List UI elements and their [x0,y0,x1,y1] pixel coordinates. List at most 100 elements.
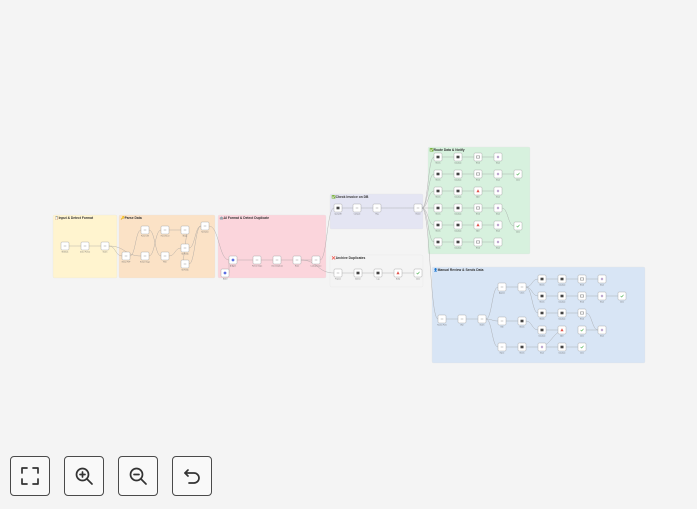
node-label: Slack [496,197,500,199]
workflow-node-r18[interactable]: Database [453,220,463,233]
workflow-node-m27[interactable]: Database [557,342,567,355]
workflow-node-n4[interactable]: Extract PDF [122,251,131,264]
node-label: Merge [183,236,188,238]
node-label: Slack [496,231,500,233]
workflow-node-n23[interactable]: Prepare [333,268,343,281]
node-label: Lookup Invoice [311,266,322,268]
zoom-out-button[interactable] [118,456,158,496]
sheet-icon [520,345,524,349]
sheet-icon [436,189,440,193]
node-label: Webhook [62,252,69,254]
database-icon [540,328,544,332]
workflow-node-n7[interactable]: Parse Excel [161,225,170,238]
workflow-node-n14[interactable]: AI Agent [228,255,238,268]
sheet-icon [436,240,440,244]
workflow-node-n12[interactable]: Normalize [200,221,210,234]
database-icon [456,189,460,193]
node-label: Email [476,180,481,182]
sheet-icon [520,319,524,323]
database-icon [456,240,460,244]
sheet-icon [436,223,440,227]
workflow-node-n13[interactable]: Model [220,268,230,281]
workflow-node-m1[interactable]: Review Form [437,314,447,327]
workflow-node-m23[interactable]: Database [537,325,547,338]
sticky-note-ai[interactable]: 🤖AI Format & Detect Duplicate [217,214,327,279]
database-icon [456,172,460,176]
database-icon [456,155,460,159]
sticky-title: 🤖AI Format & Detect Duplicate [220,216,270,220]
node-label: Slack [496,180,500,182]
database-icon [560,294,564,298]
workflow-node-m18[interactable]: Database [557,308,567,321]
workflow-node-n10[interactable]: Set Fields [180,243,190,256]
node-label: Email [580,319,585,321]
node-label: Compare [354,214,361,216]
fit-view-button[interactable] [10,456,50,496]
sticky-title: 📋Input & Detect Format [55,216,94,220]
workflow-node-r22[interactable]: Database [453,237,463,250]
zoom-in-icon [75,467,93,485]
node-label: Done [580,336,584,338]
reset-zoom-button[interactable] [172,456,212,496]
workflow-node-r6[interactable]: Database [453,169,463,182]
workflow-node-n6[interactable]: Parse CSV [140,225,150,238]
sticky-title: ❌Archive Duplicates [332,256,366,260]
ai-icon [231,258,235,262]
node-label: Done [620,302,624,304]
node-label: Model [223,279,228,281]
workflow-node-n20[interactable]: Compare [352,203,362,216]
sheet-icon [436,172,440,176]
undo-icon [184,469,200,484]
node-label: Email [580,302,585,304]
node-label: Query DB [335,214,342,216]
workflow-node-m9[interactable]: Database [557,274,567,287]
sticky-title: ✅Route Data & Notify [430,148,465,152]
node-label: Done [516,180,520,182]
node-label: Email [580,285,585,287]
node-label: Email [476,248,481,250]
node-label: Parse CSV [141,236,150,238]
workflow-node-n16[interactable]: Check Duplicate [271,255,283,268]
sheet-icon [540,294,544,298]
database-icon [356,271,360,275]
node-label: Done [580,353,584,355]
database-icon [560,311,564,315]
node-label: Done [516,232,520,234]
node-label: Parse Excel [161,236,170,238]
workflow-node-n18[interactable]: Lookup Invoice [311,255,322,268]
zoom-in-button[interactable] [64,456,104,496]
workflow-node-n19[interactable]: Query DB [333,203,343,216]
database-icon [456,206,460,210]
workflow-node-m13[interactable]: Database [557,291,567,304]
sticky-title: ✅Check Invoice on DB [332,195,370,199]
node-label: Email [476,214,481,216]
node-label: Check [520,293,525,295]
workflow-node-n5[interactable]: Extract Image [140,251,150,264]
node-label: Normalize [201,232,208,234]
workflow-node-n15[interactable]: Format Output [252,255,263,268]
database-icon [456,223,460,227]
workflow-canvas[interactable]: 📋Input & Detect Format 🔑Parse Data 🤖AI For… [0,0,697,509]
workflow-node-n2[interactable]: Detect Format [80,241,91,254]
workflow-node-n11[interactable]: Set Fields [180,259,190,272]
sticky-note-parse[interactable]: 🔑Parse Data [118,214,216,279]
workflow-node-r2[interactable]: Database [453,152,463,165]
sheet-icon [436,206,440,210]
node-label: Slack [600,285,604,287]
workflow-node-r14[interactable]: Database [453,203,463,216]
node-label: Review Form [437,325,447,327]
node-label: Email [476,163,481,165]
node-label: Slack [600,336,604,338]
workflow-node-m4[interactable]: Approve [497,282,507,295]
sticky-title: 👤Manual Review & Sends Data [434,268,484,272]
node-label: Prepare [335,279,341,281]
node-label: Slack [496,163,500,165]
node-label: Flag [375,214,378,216]
database-icon [560,277,564,281]
workflow-node-r10[interactable]: Database [453,186,463,199]
node-label: Log [377,279,380,281]
database-icon [336,206,340,210]
sheet-icon [436,155,440,159]
workflow-node-n1[interactable]: Webhook [60,241,70,254]
node-label: Slack [496,248,500,250]
